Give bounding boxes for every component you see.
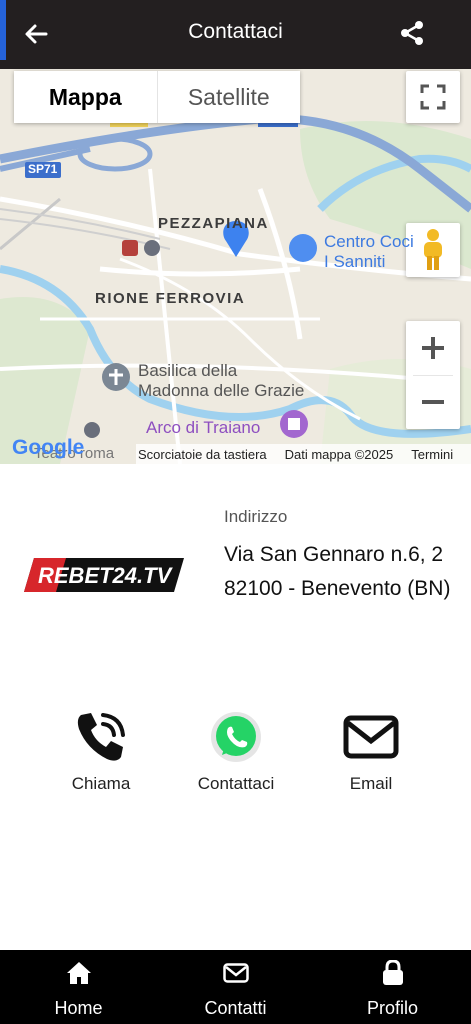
fullscreen-icon — [420, 84, 446, 110]
home-icon — [66, 962, 91, 984]
whatsapp-label: Contattaci — [197, 774, 275, 793]
nav-item-profilo[interactable]: Profilo — [314, 950, 471, 1024]
map-label-rione-ferrovia: RIONE FERROVIA — [95, 290, 246, 307]
envelope-icon — [343, 715, 399, 759]
address-text: Via San Gennaro n.6, 2 82100 - Benevento… — [224, 543, 451, 600]
map-label-pezzapiana: PEZZAPIANA — [158, 215, 269, 232]
share-icon[interactable] — [397, 18, 427, 48]
poi-basilica-line2: Madonna delle Grazie — [138, 381, 305, 400]
terms-link[interactable]: Termini — [411, 447, 453, 462]
minus-icon — [422, 400, 444, 405]
zoom-controls — [406, 321, 460, 429]
whatsapp-icon — [211, 712, 261, 762]
poi-centro-line2: I Sanniti — [324, 252, 386, 271]
call-label: Chiama — [71, 774, 131, 793]
whatsapp-action[interactable]: Contattaci — [176, 706, 296, 794]
poi-basilica-line1: Basilica della — [138, 361, 238, 380]
map-type-satellite-button[interactable]: Satellite — [158, 71, 301, 123]
map-type-toggle: Mappa Satellite — [14, 71, 300, 123]
bottom-nav: Home Contatti Profilo — [0, 950, 471, 1024]
zoom-out-button[interactable] — [406, 375, 460, 429]
logo-text: REBET24.TV — [38, 563, 174, 588]
call-action[interactable]: Chiama — [41, 706, 161, 794]
app-header: Contattaci — [0, 0, 471, 69]
poi-centro-line1b: ci — [401, 232, 414, 251]
phone-icon — [77, 713, 125, 761]
nav-home-label: Home — [54, 998, 103, 1018]
address-label: Indirizzo — [224, 507, 288, 526]
poi-arco-label: Arco di Traiano — [146, 418, 261, 437]
poi-centro-line1: Centro Co — [324, 232, 402, 251]
email-label: Email — [349, 774, 393, 793]
map-attribution: Google Scorciatoie da tastiera Dati mapp… — [0, 436, 471, 464]
map-type-map-button[interactable]: Mappa — [14, 71, 158, 123]
google-logo: Google — [12, 436, 85, 459]
map-view[interactable]: Mappa Satellite PEZZAPIANA RIONE FERROVI… — [0, 69, 471, 464]
lock-icon — [382, 960, 403, 985]
plus-icon — [422, 336, 444, 359]
poi-basilica-label: Basilica della Madonna delle Grazie — [138, 361, 304, 401]
nav-item-contatti[interactable]: Contatti — [157, 950, 314, 1024]
nav-contatti-label: Contatti — [204, 998, 267, 1018]
fullscreen-button[interactable] — [406, 71, 460, 123]
map-data-text: Dati mappa ©2025 — [284, 446, 394, 462]
rebet24-logo: REBET24.TV — [24, 558, 184, 592]
nav-item-home[interactable]: Home — [0, 950, 157, 1024]
pegman-icon — [424, 229, 442, 270]
zoom-in-button[interactable] — [406, 321, 460, 375]
keyboard-shortcuts-link[interactable]: Scorciatoie da tastiera — [138, 447, 267, 462]
street-view-button[interactable] — [406, 223, 460, 277]
poi-centro-label: Centro Coci I Sanniti — [324, 232, 414, 272]
nav-profilo-label: Profilo — [366, 998, 419, 1018]
road-shield-sp71: SP71 — [28, 162, 58, 176]
envelope-icon — [222, 963, 249, 983]
email-action[interactable]: Email — [311, 706, 431, 794]
attribution-strip: Scorciatoie da tastiera Dati mappa ©2025… — [136, 444, 471, 464]
